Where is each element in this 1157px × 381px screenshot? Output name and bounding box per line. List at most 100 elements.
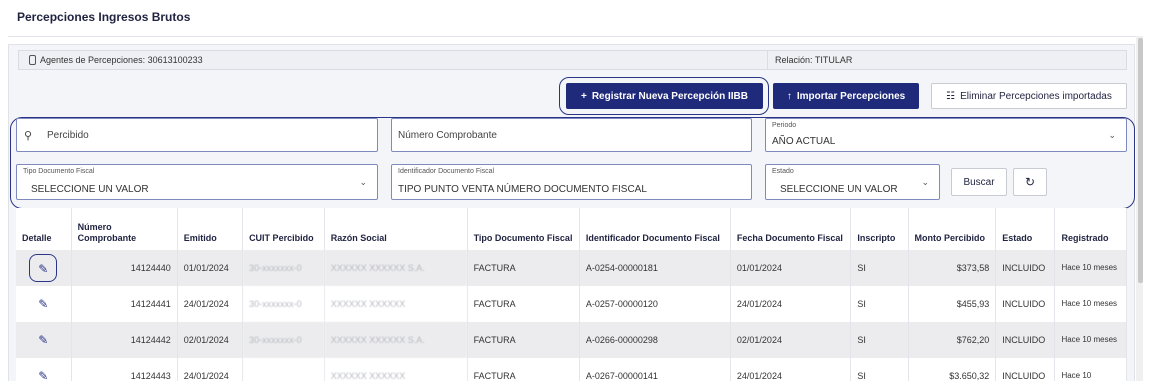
page-title: Percepciones Ingresos Brutos (17, 10, 191, 24)
cell-numero: 14124443 (71, 358, 178, 381)
cell-cuit: 30-xxxxxxx-0 (242, 286, 325, 322)
cell-ident: A-0267-00000141 (579, 358, 731, 381)
agent-label: Agentes de Percepciones: 30613100233 (40, 55, 203, 65)
chevron-down-icon: ⌄ (921, 177, 929, 187)
comprobante-placeholder: Número Comprobante (398, 130, 497, 141)
info-divider (767, 51, 768, 69)
cell-registrado: Hace 10 (1054, 358, 1127, 381)
info-bar: Agentes de Percepciones: 30613100233 Rel… (18, 50, 1127, 70)
cell-fecha: 02/01/2024 (730, 322, 852, 358)
delete-imported-button[interactable]: ☷ Eliminar Percepciones importadas (931, 83, 1127, 109)
cell-ident: A-0266-00000298 (579, 322, 731, 358)
col-ident[interactable]: Identificador Documento Fiscal (579, 208, 731, 250)
cell-razon: XXXXXX XXXXXX (324, 358, 468, 381)
cell-registrado: Hace 10 meses (1054, 250, 1127, 286)
import-button-label: Importar Percepciones (796, 90, 906, 102)
cell-estado: INCLUIDO (995, 358, 1056, 381)
estado-value: SELECCIONE UN VALOR (780, 184, 898, 195)
cell-monto: $373,58 (908, 250, 997, 286)
percibido-input[interactable]: ⚲ Percibido (16, 118, 378, 152)
percepciones-table: Detalle Número Comprobante Emitido CUIT … (16, 208, 1127, 381)
cell-ident: A-0257-00000120 (579, 286, 731, 322)
tipodoc-value: SELECCIONE UN VALOR (31, 184, 149, 195)
cell-numero: 14124440 (71, 250, 178, 286)
edit-pencil-icon[interactable]: ✎ (29, 362, 57, 381)
cell-estado: INCLUIDO (995, 250, 1056, 286)
cell-razon: XXXXXX XXXXXX (324, 286, 468, 322)
estado-label: Estado (772, 168, 794, 175)
percibido-placeholder: Percibido (47, 130, 89, 141)
search-icon: ⚲ (24, 130, 33, 142)
cell-inscripto: SI (850, 358, 909, 381)
cell-cuit (242, 358, 325, 381)
col-tipo[interactable]: Tipo Documento Fiscal (467, 208, 580, 250)
col-estado[interactable]: Estado (995, 208, 1056, 250)
col-registrado[interactable]: Registrado (1054, 208, 1127, 250)
identificador-documento-input[interactable]: Identificador Documento Fiscal TIPO PUNT… (391, 164, 752, 200)
edit-pencil-icon[interactable]: ✎ (29, 326, 57, 354)
import-percepciones-button[interactable]: ↑ Importar Percepciones (773, 83, 919, 109)
edit-pencil-icon[interactable]: ✎ (29, 254, 58, 282)
cell-emitido: 01/01/2024 (177, 250, 244, 286)
refresh-icon: ↻ (1024, 175, 1036, 189)
chevron-down-icon: ⌄ (359, 177, 367, 187)
table-row: ✎ 14124441 24/01/2024 30-xxxxxxx-0 XXXXX… (16, 286, 1127, 322)
cell-fecha: 24/01/2024 (730, 358, 852, 381)
cell-monto: $3.650,32 (908, 358, 997, 381)
search-button[interactable]: Buscar (951, 168, 1007, 196)
cell-razon: XXXXXX XXXXXX S.A. (324, 322, 468, 358)
cell-registrado: Hace 10 meses (1054, 286, 1127, 322)
register-button-label: Registrar Nueva Percepción IIBB (591, 90, 748, 102)
periodo-select[interactable]: Periodo AÑO ACTUAL ⌄ (765, 118, 1127, 152)
col-monto[interactable]: Monto Percibido (908, 208, 997, 250)
cell-emitido: 02/01/2024 (177, 322, 244, 358)
estado-select[interactable]: Estado SELECCIONE UN VALOR ⌄ (765, 164, 940, 200)
cell-fecha: 01/01/2024 (730, 250, 852, 286)
cell-estado: INCLUIDO (995, 322, 1056, 358)
col-cuit[interactable]: CUIT Percibido (242, 208, 325, 250)
cell-monto: $762,20 (908, 322, 997, 358)
table-row: ✎ 14124443 24/01/2024 XXXXXX XXXXXX FACT… (16, 358, 1127, 381)
register-percepcion-button[interactable]: + Registrar Nueva Percepción IIBB (566, 83, 763, 109)
document-icon (29, 55, 36, 65)
table-header-row: Detalle Número Comprobante Emitido CUIT … (16, 208, 1127, 250)
cell-tipo: FACTURA (467, 250, 580, 286)
col-inscripto[interactable]: Inscripto (850, 208, 909, 250)
refresh-button[interactable]: ↻ (1013, 168, 1047, 196)
scrollbar-thumb[interactable] (1138, 38, 1143, 283)
col-fecha[interactable]: Fecha Documento Fiscal (730, 208, 852, 250)
cell-monto: $455,93 (908, 286, 997, 322)
col-numero[interactable]: Número Comprobante (71, 208, 178, 250)
col-razon[interactable]: Razón Social (324, 208, 468, 250)
col-detalle[interactable]: Detalle (16, 208, 72, 250)
cell-razon: XXXXXX XXXXXX S.A. (324, 250, 468, 286)
cell-tipo: FACTURA (467, 322, 580, 358)
cell-fecha: 24/01/2024 (730, 286, 852, 322)
periodo-value: AÑO ACTUAL (772, 136, 836, 147)
ident-label: Identificador Documento Fiscal (398, 168, 495, 175)
tipo-documento-select[interactable]: Tipo Documento Fiscal SELECCIONE UN VALO… (16, 164, 378, 200)
ident-value: TIPO PUNTO VENTA NÚMERO DOCUMENTO FISCAL (398, 184, 647, 195)
cell-cuit: 30-xxxxxxx-0 (242, 322, 325, 358)
cell-tipo: FACTURA (467, 286, 580, 322)
cell-inscripto: SI (850, 286, 909, 322)
plus-icon: + (580, 90, 587, 102)
relation-label: Relación: TITULAR (775, 55, 853, 65)
cell-numero: 14124442 (71, 322, 178, 358)
cell-registrado: Hace 10 meses (1054, 322, 1127, 358)
cell-inscripto: SI (850, 322, 909, 358)
cell-tipo: FACTURA (467, 358, 580, 381)
delete-list-icon: ☷ (946, 90, 956, 102)
edit-pencil-icon[interactable]: ✎ (29, 290, 57, 318)
cell-ident: A-0254-00000181 (579, 250, 731, 286)
periodo-label: Periodo (772, 122, 797, 129)
cell-numero: 14124441 (71, 286, 178, 322)
cell-emitido: 24/01/2024 (177, 286, 244, 322)
col-emitido[interactable]: Emitido (177, 208, 244, 250)
upload-icon: ↑ (786, 90, 792, 102)
delete-button-label: Eliminar Percepciones importadas (960, 90, 1112, 102)
table-row: ✎ 14124442 02/01/2024 30-xxxxxxx-0 XXXXX… (16, 322, 1127, 358)
numero-comprobante-input[interactable]: Número Comprobante (391, 118, 752, 152)
table-row: ✎ 14124440 01/01/2024 30-xxxxxxx-0 XXXXX… (16, 250, 1127, 286)
cell-emitido: 24/01/2024 (177, 358, 244, 381)
